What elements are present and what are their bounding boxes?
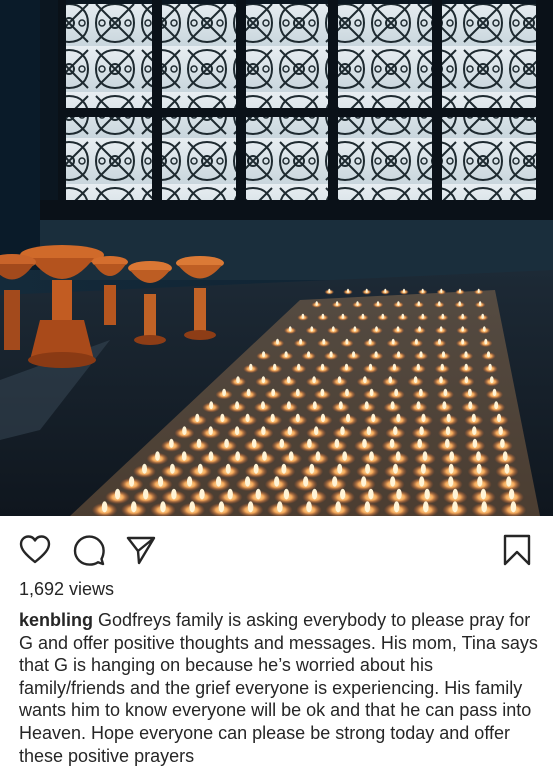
bookmark-icon[interactable]	[500, 533, 534, 567]
caption-text: Godfreys family is asking everybody to p…	[19, 610, 538, 766]
heart-icon[interactable]	[18, 533, 52, 567]
send-icon[interactable]	[124, 533, 158, 567]
comment-icon[interactable]	[72, 533, 106, 567]
views-count[interactable]: 1,692 views	[19, 579, 114, 600]
caption-username[interactable]: kenbling	[19, 610, 93, 630]
candles-scene-image	[0, 0, 553, 516]
post-actions-bar	[0, 516, 553, 580]
post-caption: kenbling Godfreys family is asking every…	[19, 609, 539, 767]
post-video[interactable]	[0, 0, 553, 516]
